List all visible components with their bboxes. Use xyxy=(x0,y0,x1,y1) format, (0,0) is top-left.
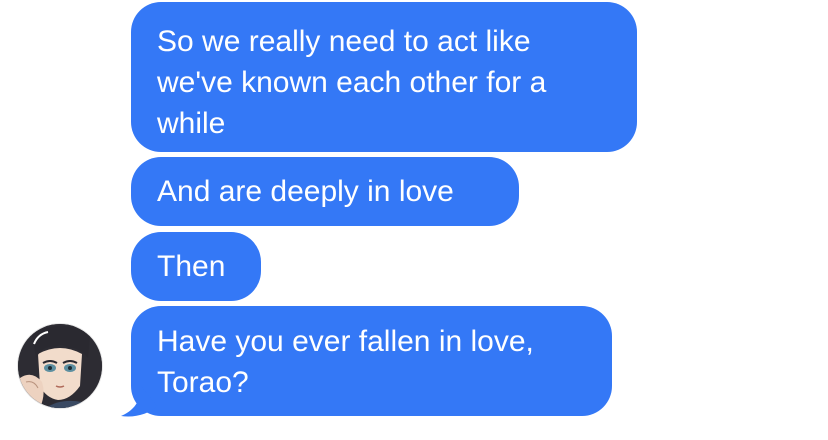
anime-character-avatar-icon xyxy=(18,324,102,408)
message-bubble[interactable]: And are deeply in love xyxy=(131,157,519,226)
message-bubble[interactable]: Have you ever fallen in love, Torao? xyxy=(131,306,612,416)
message-thread: So we really need to act like we've know… xyxy=(0,0,828,440)
message-bubble[interactable]: Then xyxy=(131,232,261,301)
bubble-tail xyxy=(121,386,157,417)
message-bubble[interactable]: So we really need to act like we've know… xyxy=(131,2,637,152)
contact-avatar[interactable] xyxy=(18,324,102,408)
